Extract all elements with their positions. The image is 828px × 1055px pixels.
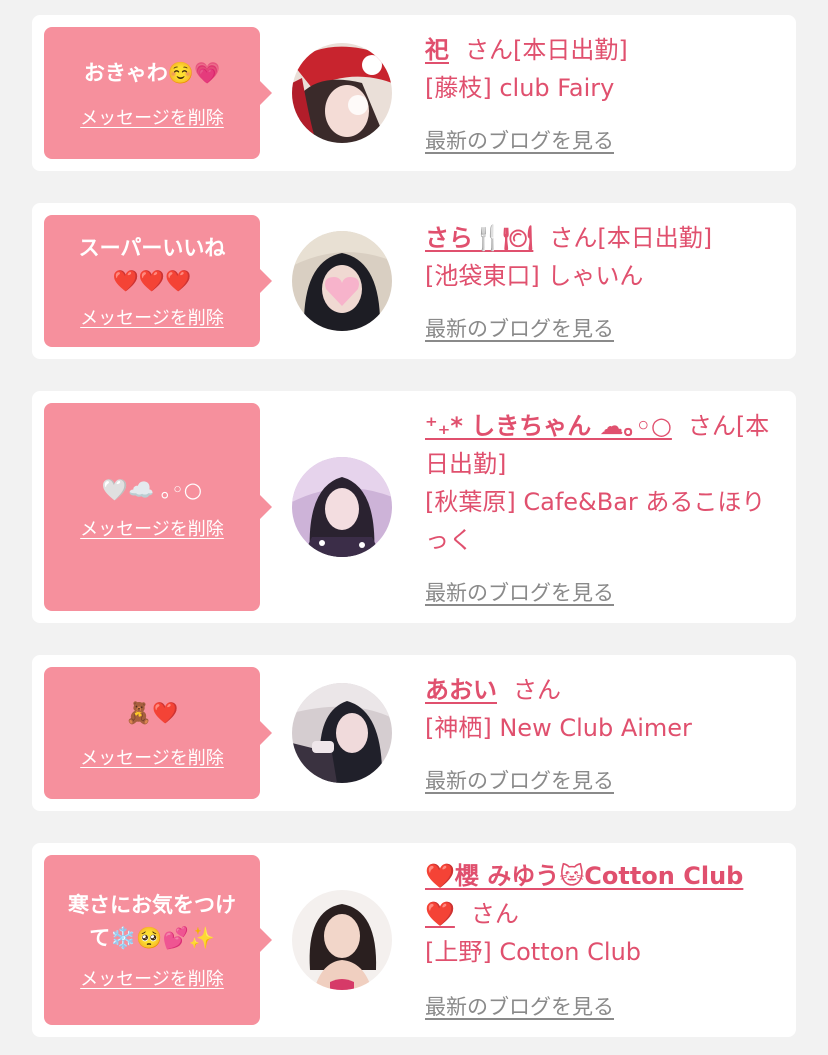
cast-info: さら🍴🍽 さん[本日出勤] [池袋東口] しゃいん [425, 219, 780, 295]
delete-message-link[interactable]: メッセージを削除 [80, 515, 224, 541]
message-card: スーパーいいね ❤️❤️❤️ メッセージを削除 さら🍴🍽 さん[本日出勤] [池袋… [32, 203, 796, 359]
latest-blog-link[interactable]: 最新のブログを見る [425, 577, 614, 607]
avatar[interactable] [292, 231, 392, 331]
delete-message-link[interactable]: メッセージを削除 [80, 104, 224, 130]
latest-blog-link[interactable]: 最新のブログを見る [425, 125, 614, 155]
cast-name-link[interactable]: ⁺₊* しきちゃん ☁︎｡◦○ [425, 412, 672, 440]
shop-name: [池袋東口] しゃいん [425, 262, 644, 290]
honorific: さん [687, 412, 736, 440]
cast-info: あおい さん [神栖] New Club Aimer [425, 671, 780, 747]
status-text: [本日出勤] [597, 224, 713, 252]
message-bubble: 🤍☁️ ｡◦○ メッセージを削除 [44, 403, 272, 611]
cast-name-link[interactable]: あおい [425, 676, 497, 704]
message-text: 寒さにお気をつけ [68, 893, 236, 917]
message-card: 🧸❤️ メッセージを削除 あおい さん [神栖] New Club Aimer 最… [32, 655, 796, 811]
message-text: おきゃわ☺️💗 [83, 60, 221, 85]
cast-info: 祀さん[本日出勤] [藤枝] club Fairy [425, 31, 780, 107]
latest-blog-link[interactable]: 最新のブログを見る [425, 765, 614, 795]
message-card: おきゃわ☺️💗 メッセージを削除 祀さん[本日出勤] [藤枝] club Fai… [32, 15, 796, 171]
cast-name-link[interactable]: さら🍴🍽 [425, 224, 533, 252]
shop-name: [神栖] New Club Aimer [425, 714, 692, 742]
message-bubble: 🧸❤️ メッセージを削除 [44, 667, 272, 799]
honorific: さん [513, 676, 561, 704]
message-bubble: おきゃわ☺️💗 メッセージを削除 [44, 27, 272, 159]
message-text-line2: て❄️🥺💕✨ [89, 926, 215, 950]
status-text: [本日出勤] [513, 36, 628, 64]
message-text: 🤍☁️ ｡◦○ [101, 477, 203, 502]
delete-message-link[interactable]: メッセージを削除 [80, 965, 224, 991]
message-card: 寒さにお気をつけ て❄️🥺💕✨ メッセージを削除 ❤️櫻 みゆう🐱Cotton … [32, 843, 796, 1037]
delete-message-link[interactable]: メッセージを削除 [80, 304, 224, 330]
avatar[interactable] [292, 890, 392, 990]
message-bubble: 寒さにお気をつけ て❄️🥺💕✨ メッセージを削除 [44, 855, 272, 1025]
delete-message-link[interactable]: メッセージを削除 [80, 744, 224, 770]
avatar[interactable] [292, 43, 392, 143]
message-text-line2: ❤️❤️❤️ [112, 269, 192, 293]
shop-name: [秋葉原] Cafe&Bar あるこほりっく [425, 488, 766, 554]
message-bubble: スーパーいいね ❤️❤️❤️ メッセージを削除 [44, 215, 272, 347]
honorific: さん [465, 36, 513, 64]
latest-blog-link[interactable]: 最新のブログを見る [425, 313, 614, 343]
message-text: 🧸❤️ [125, 700, 179, 725]
cast-info: ⁺₊* しきちゃん ☁︎｡◦○ さん[本日出勤] [秋葉原] Cafe&Bar あ… [425, 407, 780, 559]
avatar[interactable] [292, 457, 392, 557]
honorific: さん [549, 224, 598, 252]
message-text: スーパーいいね [78, 236, 226, 260]
shop-name: [上野] Cotton Club [425, 938, 642, 966]
honorific: さん [470, 900, 519, 928]
avatar[interactable] [292, 683, 392, 783]
cast-name-link[interactable]: 祀 [425, 36, 449, 64]
latest-blog-link[interactable]: 最新のブログを見る [425, 991, 614, 1021]
cast-info: ❤️櫻 みゆう🐱Cotton Club ❤️ さん [上野] Cotton Clu… [425, 857, 780, 971]
message-list: おきゃわ☺️💗 メッセージを削除 祀さん[本日出勤] [藤枝] club Fai… [0, 0, 828, 1055]
message-card: 🤍☁️ ｡◦○ メッセージを削除 ⁺₊* しきちゃん ☁︎｡◦○ さん[本日出勤]… [32, 391, 796, 623]
shop-name: [藤枝] club Fairy [425, 74, 615, 102]
